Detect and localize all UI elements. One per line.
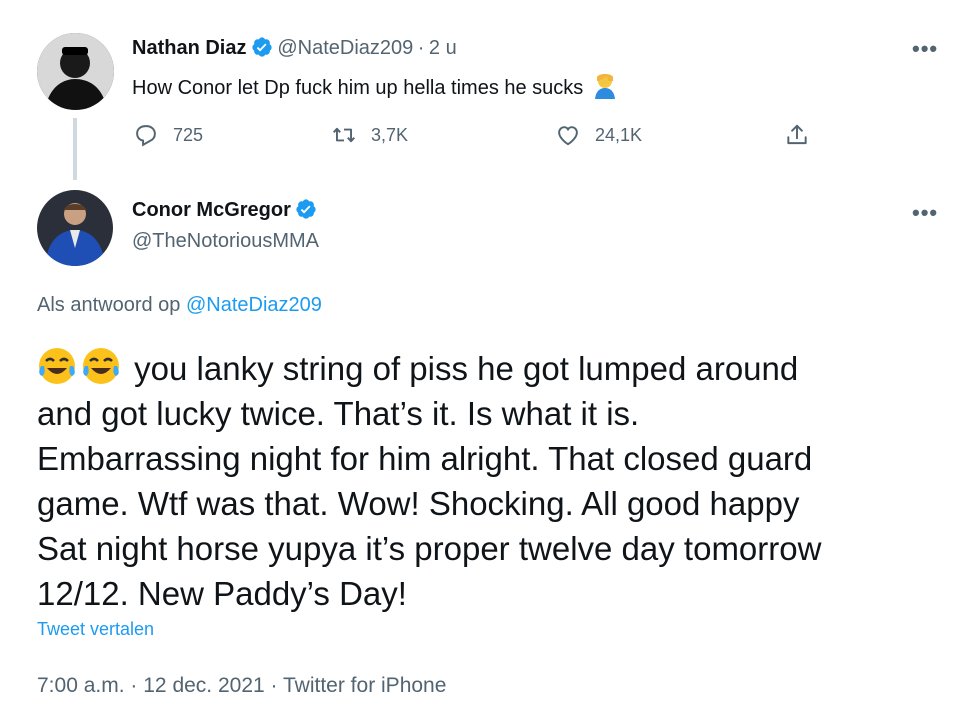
tweet1-author-name[interactable]: Nathan Diaz	[132, 37, 246, 59]
avatar-conor-image	[37, 190, 113, 266]
reply-to-link[interactable]: @NateDiaz209	[186, 294, 322, 316]
heart-icon	[558, 126, 578, 146]
tweet2-more-icon[interactable]: •••	[912, 200, 938, 226]
tweet2-source[interactable]: Twitter for iPhone	[283, 674, 446, 697]
reply-count: 725	[173, 124, 204, 145]
like-button[interactable]: 24,1K	[555, 122, 642, 148]
tears-of-joy-emoji-icon	[83, 348, 119, 384]
meta-dot: ·	[130, 674, 138, 697]
tweet1-time[interactable]: 2 u	[429, 37, 457, 59]
tweet2-line-1: you lanky string of piss he got lumped a…	[37, 346, 967, 391]
tweet1-header: Nathan Diaz @NateDiaz209 · 2 u	[132, 36, 457, 60]
share-icon	[787, 124, 807, 145]
tweet2-author-name[interactable]: Conor McGregor	[132, 199, 291, 221]
meta-dot: ·	[270, 674, 278, 697]
thread-line	[73, 118, 77, 180]
tweet1-text: How Conor let Dp fuck him up hella times…	[132, 77, 584, 99]
verified-badge-icon	[296, 199, 316, 219]
share-button[interactable]	[784, 122, 810, 148]
tweet2-header: Conor McGregor	[132, 198, 317, 222]
tweet2-body: you lanky string of piss he got lumped a…	[37, 346, 967, 616]
tweet2-author-handle[interactable]: @TheNotoriousMMA	[132, 230, 319, 253]
reply-prefix: Als antwoord op	[37, 294, 181, 316]
verified-badge-icon	[252, 37, 272, 57]
translate-tweet-link[interactable]: Tweet vertalen	[37, 619, 154, 640]
tweet2-time[interactable]: 7:00 a.m.	[37, 674, 125, 697]
retweet-icon	[332, 127, 356, 143]
avatar-nathan-image	[37, 33, 114, 110]
tweet1-text-row: How Conor let Dp fuck him up hella times…	[132, 73, 617, 100]
tweet2-meta: 7:00 a.m. · 12 dec. 2021 · Twitter for i…	[37, 674, 446, 698]
tears-of-joy-emoji-icon	[39, 348, 75, 384]
tweet2-line-2: and got lucky twice. That’s it. Is what …	[37, 395, 640, 432]
reply-context: Als antwoord op @NateDiaz209	[37, 294, 322, 317]
facepalm-emoji-icon	[594, 74, 615, 99]
tweet1-separator: ·	[417, 37, 425, 59]
tweet2-line-5: Sat night horse yupya it’s proper twelve…	[37, 530, 822, 567]
tweet1-more-icon[interactable]: •••	[912, 36, 938, 62]
tweet2-line-4: game. Wtf was that. Wow! Shocking. All g…	[37, 485, 800, 522]
tweet2-line-6: 12/12. New Paddy’s Day!	[37, 575, 407, 612]
reply-icon	[136, 125, 156, 147]
tweet1-author-handle[interactable]: @NateDiaz209	[277, 37, 413, 59]
avatar-nathan-diaz[interactable]	[37, 33, 114, 110]
avatar-conor-mcgregor[interactable]	[37, 190, 113, 266]
retweet-count: 3,7K	[371, 124, 409, 145]
like-count: 24,1K	[595, 124, 643, 145]
tweet2-date[interactable]: 12 dec. 2021	[143, 674, 264, 697]
tweet2-text-line: you lanky string of piss he got lumped a…	[134, 350, 799, 387]
retweet-button[interactable]: 3,7K	[331, 122, 408, 148]
reply-button[interactable]: 725	[133, 122, 203, 148]
tweet2-line-3: Embarrassing night for him alright. That…	[37, 440, 813, 477]
